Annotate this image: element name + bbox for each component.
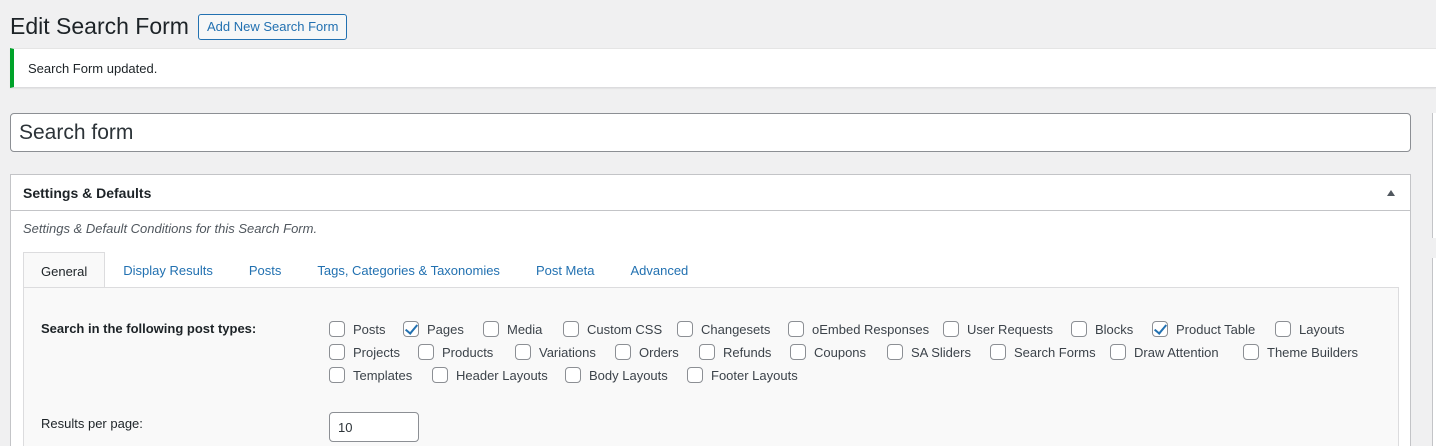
post-type-label: Refunds <box>723 344 772 360</box>
settings-defaults-box: Settings & Defaults Settings & Default C… <box>10 174 1411 446</box>
search-form-title-input[interactable] <box>10 113 1411 152</box>
settings-box-title: Settings & Defaults <box>23 184 152 201</box>
post-type-option[interactable]: Layouts <box>1275 320 1345 338</box>
post-type-label: Orders <box>639 344 679 360</box>
tab-taxonomies[interactable]: Tags, Categories & Taxonomies <box>299 252 518 288</box>
post-type-label: Posts <box>353 321 386 337</box>
results-per-page-label: Results per page: <box>41 416 143 431</box>
post-type-checkbox[interactable] <box>483 321 499 337</box>
tab-general[interactable]: General <box>23 252 106 289</box>
post-type-checkbox[interactable] <box>329 344 345 360</box>
settings-box-header[interactable]: Settings & Defaults <box>11 175 1410 211</box>
collapse-arrow-icon[interactable] <box>1387 189 1395 196</box>
post-type-label: Body Layouts <box>589 367 668 383</box>
post-type-label: Products <box>442 344 494 360</box>
post-type-option[interactable]: Blocks <box>1071 320 1133 338</box>
post-type-label: oEmbed Responses <box>812 321 930 337</box>
post-type-checkbox[interactable] <box>418 344 434 360</box>
tab-posts[interactable]: Posts <box>231 252 300 288</box>
add-new-search-form-button[interactable]: Add New Search Form <box>197 13 348 40</box>
general-tab-panel: Search in the following post types: Post… <box>23 287 1399 446</box>
post-type-option[interactable]: Header Layouts <box>432 366 548 384</box>
post-type-option[interactable]: Coupons <box>790 343 866 361</box>
post-type-label: Variations <box>539 344 596 360</box>
post-type-label: Footer Layouts <box>711 367 798 383</box>
post-type-checkbox[interactable] <box>515 344 531 360</box>
post-type-option[interactable]: Product Table <box>1152 320 1255 338</box>
post-type-label: Custom CSS <box>587 321 663 337</box>
post-type-option[interactable]: Pages <box>403 320 464 338</box>
post-type-option[interactable]: Orders <box>615 343 679 361</box>
post-type-checkbox[interactable] <box>1243 344 1259 360</box>
post-type-checkbox[interactable] <box>790 344 806 360</box>
post-type-label: Media <box>507 321 543 337</box>
post-type-checkbox[interactable] <box>615 344 631 360</box>
post-type-label: Search Forms <box>1014 344 1096 360</box>
post-type-label: Changesets <box>701 321 771 337</box>
post-type-option[interactable]: Draw Attention <box>1110 343 1219 361</box>
results-per-page-input[interactable] <box>329 412 419 442</box>
post-type-checkbox[interactable] <box>887 344 903 360</box>
sidebar-edge <box>1432 148 1436 238</box>
post-type-option[interactable]: Refunds <box>699 343 771 361</box>
page-title: Edit Search Form <box>10 13 189 39</box>
post-type-option[interactable]: Custom CSS <box>563 320 662 338</box>
post-type-label: Projects <box>353 344 400 360</box>
post-type-label: Draw Attention <box>1134 344 1219 360</box>
post-type-label: User Requests <box>967 321 1053 337</box>
success-notice: Search Form updated. <box>10 48 1436 88</box>
tab-post-meta[interactable]: Post Meta <box>518 252 613 288</box>
post-type-label: Product Table <box>1176 321 1256 337</box>
post-type-label: Templates <box>353 367 413 383</box>
post-type-checkbox[interactable] <box>1275 321 1291 337</box>
post-types-label: Search in the following post types: <box>41 321 257 336</box>
post-type-checkbox[interactable] <box>432 367 448 383</box>
settings-intro-text: Settings & Default Conditions for this S… <box>23 221 318 236</box>
post-type-checkbox[interactable] <box>1071 321 1087 337</box>
post-type-option[interactable]: Media <box>483 320 542 338</box>
post-type-label: Blocks <box>1095 321 1134 337</box>
post-type-checkbox[interactable] <box>687 367 703 383</box>
post-type-option[interactable]: oEmbed Responses <box>788 320 929 338</box>
post-type-checkbox[interactable] <box>788 321 804 337</box>
post-type-checkbox[interactable] <box>677 321 693 337</box>
post-type-option[interactable]: Projects <box>329 343 400 361</box>
post-type-option[interactable]: Variations <box>515 343 596 361</box>
post-type-option[interactable]: Changesets <box>677 320 770 338</box>
post-type-checkbox[interactable] <box>943 321 959 337</box>
post-type-checkbox[interactable] <box>329 367 345 383</box>
post-type-option[interactable]: Products <box>418 343 493 361</box>
post-type-checkbox[interactable] <box>699 344 715 360</box>
post-type-label: Header Layouts <box>456 367 548 383</box>
post-type-option[interactable]: User Requests <box>943 320 1053 338</box>
post-type-option[interactable]: Posts <box>329 320 386 338</box>
post-type-checkbox[interactable] <box>990 344 1006 360</box>
post-type-label: SA Sliders <box>911 344 971 360</box>
post-type-checkbox[interactable] <box>563 321 579 337</box>
post-type-checkbox[interactable] <box>403 321 419 337</box>
post-type-checkbox[interactable] <box>565 367 581 383</box>
post-type-label: Layouts <box>1299 321 1345 337</box>
post-type-option[interactable]: SA Sliders <box>887 343 971 361</box>
post-type-checkbox[interactable] <box>1152 321 1168 337</box>
post-type-label: Pages <box>427 321 464 337</box>
sidebar-edge <box>1432 113 1436 153</box>
post-type-checkbox[interactable] <box>1110 344 1126 360</box>
notice-text: Search Form updated. <box>28 60 158 76</box>
post-type-label: Theme Builders <box>1267 344 1359 360</box>
post-type-checkbox[interactable] <box>329 321 345 337</box>
sidebar-edge <box>1432 258 1436 446</box>
post-type-option[interactable]: Body Layouts <box>565 366 668 384</box>
page-header: Edit Search Form Add New Search Form <box>10 12 348 41</box>
post-type-option[interactable]: Templates <box>329 366 412 384</box>
post-type-option[interactable]: Theme Builders <box>1243 343 1358 361</box>
post-type-option[interactable]: Search Forms <box>990 343 1096 361</box>
settings-tabs: General Display Results Posts Tags, Cate… <box>23 252 706 289</box>
tab-display-results[interactable]: Display Results <box>105 252 231 288</box>
tab-advanced[interactable]: Advanced <box>612 252 706 288</box>
post-type-label: Coupons <box>814 344 867 360</box>
post-type-option[interactable]: Footer Layouts <box>687 366 798 384</box>
